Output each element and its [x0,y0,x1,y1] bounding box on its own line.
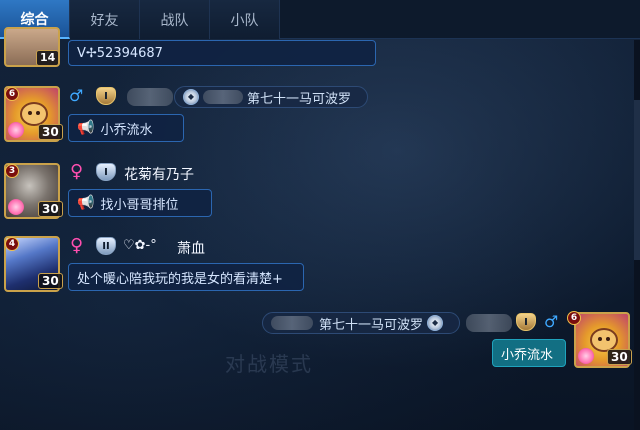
male-icon: ♂ [69,86,84,105]
message-bubble: 📢 找小哥哥排位 [68,189,212,217]
megaphone-icon: 📢 [77,195,95,211]
message-text: 处个暖心陪我玩的我是女的看清楚+ [77,271,283,287]
message-text: V✢52394687 [77,45,163,61]
flower-icon [8,199,24,215]
message-text: 小乔流水 [100,122,153,138]
avatar-level: 30 [38,124,63,140]
tab-team[interactable]: 战队 [140,0,210,39]
message-bubble: 📢 小乔流水 [68,114,184,142]
title-emblem-icon: ◆ [183,89,199,105]
tab-friends[interactable]: 好友 [70,0,140,39]
blurred-title [271,316,313,330]
tab-squad[interactable]: 小队 [210,0,280,39]
avatar-level: 30 [38,273,63,289]
title-text: 第七十一马可波罗 [247,91,352,107]
blurred-username [466,314,512,332]
megaphone-icon: 📢 [77,120,95,136]
message-bubble: 处个暖心陪我玩的我是女的看清楚+ [68,263,304,291]
badge-count: 6 [5,87,19,101]
badge-count: 6 [567,311,581,325]
female-icon: ♀ [70,161,84,182]
female-icon: ♀ [70,235,84,256]
scrollbar-thumb[interactable] [634,100,640,260]
title-text: 第七十一马可波罗 [319,317,424,333]
avatar-level: 14 [36,50,60,66]
badge-count: 4 [5,237,19,251]
chat-scrollbar[interactable] [634,40,640,430]
background-mode-caption: 对战模式 [225,352,313,376]
flower-icon [578,348,594,364]
blurred-title [203,90,243,104]
male-icon: ♂ [544,312,559,331]
avatar-level: 30 [607,349,632,365]
message-text: 小乔流水 [501,347,554,363]
title-emblem-icon: ◆ [427,315,444,331]
player-title-tag[interactable]: ◆ 第七十一马可波罗 [174,86,368,108]
player-name[interactable]: 花菊有乃子 [124,164,194,184]
flower-icon [8,122,24,138]
player-title-tag[interactable]: 第七十一马可波罗 ◆ [262,312,460,334]
player-name[interactable]: 萧血 [177,238,205,258]
message-bubble-self: 小乔流水 [492,339,566,367]
player-name-prefix[interactable]: ♡✿-° [123,238,157,253]
badge-count: 3 [5,164,19,178]
blurred-username [127,88,173,106]
message-text: 找小哥哥排位 [100,197,179,213]
avatar-face [20,102,48,126]
chat-channel-tabs: 综合 好友 战队 小队 [0,0,640,39]
avatar-level: 30 [38,201,63,217]
message-bubble: V✢52394687 [68,40,376,66]
